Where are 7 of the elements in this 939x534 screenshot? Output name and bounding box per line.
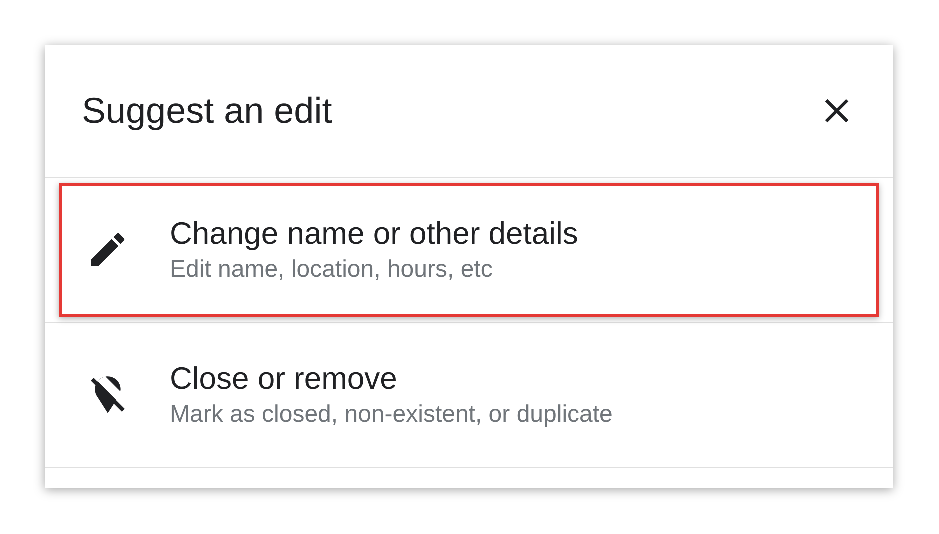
option-item[interactable]: Close or remove Mark as closed, non-existent, or duplicate	[59, 328, 879, 462]
dialog-title: Suggest an edit	[82, 89, 332, 133]
option-item[interactable]: Change name or other details Edit name, location, hours, etc	[59, 183, 879, 317]
option-subtitle: Edit name, location, hours, etc	[170, 255, 494, 285]
option-title: Close or remove	[170, 360, 398, 398]
option-title: Change name or other details	[170, 215, 578, 253]
option-subtitle: Mark as closed, non-existent, or duplicate	[170, 400, 613, 430]
